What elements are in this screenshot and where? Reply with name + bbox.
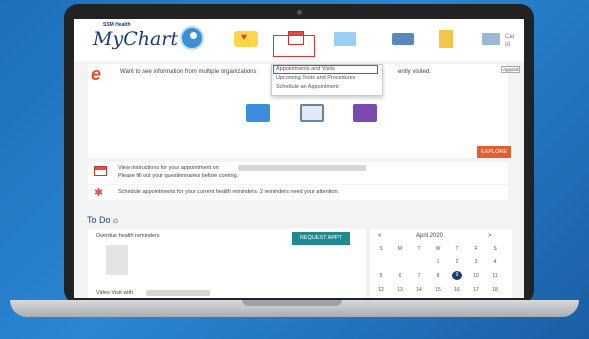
reminders-text: Schedule appointments for your current h…: [118, 189, 340, 195]
menu-item-upcoming-tests[interactable]: Upcoming Tests and Procedures: [276, 75, 355, 81]
calendar-day[interactable]: 12: [373, 287, 389, 293]
billing-card-icon[interactable]: [392, 33, 414, 45]
calendar-day[interactable]: 1: [430, 259, 446, 265]
calendar-next-button[interactable]: >: [488, 233, 492, 239]
redacted-reminder: [106, 245, 128, 275]
profile-avatar-icon[interactable]: [180, 26, 204, 50]
calendar-today[interactable]: 9: [452, 271, 462, 280]
computer-illustration-icon: [300, 104, 324, 122]
calendar-day[interactable]: 6: [392, 273, 408, 279]
calendar-day[interactable]: 14: [411, 287, 427, 293]
calendar-prev-button[interactable]: <: [378, 233, 382, 239]
video-visit-label: Video Visit with: [96, 290, 134, 296]
mychart-screen: SSM Health MyChart CarId e Want to see i…: [74, 19, 524, 298]
messaging-envelope-icon[interactable]: [334, 32, 356, 46]
laptop-lid: SSM Health MyChart CarId e Want to see i…: [64, 4, 534, 304]
calendar-month: April 2020: [416, 233, 444, 239]
appointment-instructions-row[interactable]: View instructions for your appointment o…: [88, 162, 508, 184]
banner-text-end: ently visited.: [398, 69, 432, 75]
calendar-day[interactable]: 10: [468, 273, 484, 279]
visits-icon-highlight: [273, 35, 315, 57]
health-reminders-row[interactable]: ✱ Schedule appointments for your current…: [88, 185, 508, 200]
insurance-card-icon[interactable]: [482, 33, 500, 45]
mychart-logo[interactable]: MyChart: [93, 28, 178, 50]
laptop-base: [10, 300, 579, 317]
documents-icon[interactable]: [439, 30, 453, 48]
calendar-day[interactable]: 3: [468, 259, 484, 265]
redacted-provider: [146, 290, 210, 296]
banner-text: Want to see information from multiple or…: [120, 69, 257, 75]
clinic-illustration-icon: [353, 104, 377, 122]
todo-link-icon[interactable]: ∅: [113, 219, 118, 225]
todo-heading: To Do ∅: [87, 215, 119, 225]
calendar-day[interactable]: 17: [468, 287, 484, 293]
visits-dropdown-menu: Appointments and Visits Upcoming Tests a…: [271, 64, 383, 96]
weekday-label: W: [435, 246, 441, 252]
weekday-label: T: [455, 246, 459, 252]
care-everywhere-e-icon: e: [91, 64, 102, 84]
calendar-day[interactable]: 11: [487, 273, 503, 279]
calendar-day[interactable]: 13: [392, 287, 408, 293]
hospital-illustration-icon: [246, 104, 270, 122]
calendar-icon: [94, 166, 107, 176]
weekday-label: S: [493, 246, 497, 252]
calendar-day[interactable]: 18: [487, 287, 503, 293]
weekday-label: T: [417, 246, 421, 252]
appointment-line-1: View instructions for your appointment o…: [118, 165, 219, 171]
laptop-base-notch: [242, 300, 342, 306]
nav-cut-label: Car Id: [505, 34, 515, 48]
weekday-label: S: [379, 246, 383, 252]
request-appt-button[interactable]: REQUEST APPT: [292, 232, 350, 245]
calendar-day[interactable]: 7: [411, 273, 427, 279]
calendar-day[interactable]: 5: [373, 273, 389, 279]
calendar-day[interactable]: 2: [449, 259, 465, 265]
redacted-date: [238, 165, 366, 171]
appointment-line-2: Please fill out your questionnaires befo…: [118, 173, 239, 179]
menu-item-schedule-appointment[interactable]: Schedule an Appointment: [276, 84, 339, 90]
calendar-day[interactable]: 16: [449, 287, 465, 293]
webcam: [297, 10, 302, 15]
calendar-widget: < April 2020 > S M T W T F S 1 2 3 4 5 6…: [370, 229, 512, 298]
calendar-day[interactable]: 4: [487, 259, 503, 265]
reminder-star-icon: ✱: [94, 187, 104, 199]
weekday-label: M: [397, 246, 403, 252]
top-nav-bar: SSM Health MyChart CarId: [74, 19, 524, 61]
weekday-label: F: [474, 246, 478, 252]
calendar-day[interactable]: 8: [430, 273, 446, 279]
explore-button[interactable]: EXPLORE: [477, 146, 511, 158]
todo-panel: Overdue health reminders REQUEST APPT Vi…: [88, 229, 366, 298]
overdue-reminders-label: Overdue health reminders: [96, 233, 160, 239]
calendar-day[interactable]: 15: [430, 287, 446, 293]
health-heart-icon[interactable]: [234, 31, 258, 47]
appointments-tag[interactable]: Appoint: [501, 66, 521, 73]
menu-item-appointments-visits[interactable]: Appointments and Visits: [276, 66, 335, 72]
